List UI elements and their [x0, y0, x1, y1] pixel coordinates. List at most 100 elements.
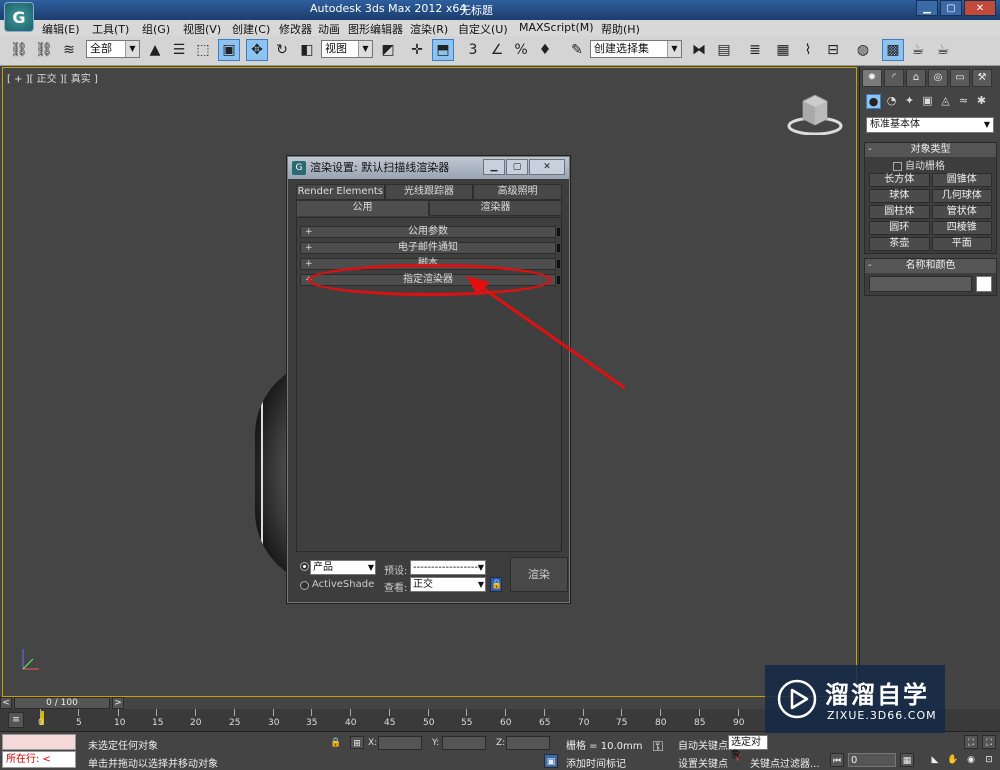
- set-key-label[interactable]: 设置关键点: [678, 755, 728, 770]
- object-category-select[interactable]: 标准基本体 ▼: [866, 117, 994, 133]
- menu-maxscript[interactable]: MAXScript(M): [519, 21, 594, 34]
- window-crossing-icon[interactable]: ▣: [218, 39, 240, 61]
- menu-create[interactable]: 创建(C): [232, 21, 270, 37]
- menu-customize[interactable]: 自定义(U): [458, 21, 508, 37]
- maxscript-listener-pink[interactable]: [2, 734, 76, 750]
- mini-curve-editor-icon[interactable]: ≡: [8, 712, 24, 728]
- tab-advanced-lighting[interactable]: 高级照明: [473, 184, 563, 200]
- lights-icon[interactable]: ✦: [902, 94, 917, 109]
- key-selection-select[interactable]: 选定对象: [728, 735, 768, 761]
- minimize-button[interactable]: ▁: [916, 0, 938, 16]
- menu-help[interactable]: 帮助(H): [601, 21, 640, 37]
- maximize-viewport-icon[interactable]: ⊡: [982, 753, 996, 767]
- go-to-start-icon[interactable]: ⏮: [830, 753, 844, 767]
- angle-snap-icon[interactable]: ∠: [486, 39, 508, 61]
- material-editor-icon[interactable]: ◍: [852, 39, 874, 61]
- keyboard-shortcut-override-icon[interactable]: ⬒: [432, 39, 454, 61]
- helpers-icon[interactable]: ◬: [938, 94, 953, 109]
- snaps-toggle-icon[interactable]: 3: [462, 39, 484, 61]
- pyramid-button[interactable]: 四棱锥: [931, 221, 992, 235]
- activeshade-radio[interactable]: [300, 581, 309, 590]
- select-rotate-icon[interactable]: ↻: [271, 39, 293, 61]
- time-slider[interactable]: 0 / 100: [14, 697, 110, 709]
- view-select[interactable]: 正交 ▼: [410, 577, 486, 592]
- production-radio[interactable]: [300, 562, 309, 571]
- box-button[interactable]: 长方体: [869, 173, 930, 187]
- key-filters-button[interactable]: 关键点过滤器...: [750, 755, 820, 770]
- menu-animation[interactable]: 动画: [318, 21, 340, 37]
- geosphere-button[interactable]: 几何球体: [931, 189, 992, 203]
- geometry-icon[interactable]: ●: [866, 94, 881, 109]
- zoom-extents-icon[interactable]: ⛶: [964, 735, 978, 749]
- maximize-button[interactable]: ▢: [940, 0, 962, 16]
- percent-snap-icon[interactable]: %: [510, 39, 532, 61]
- viewport-label[interactable]: [ + ][ 正交 ][ 真实 ]: [7, 70, 98, 85]
- cone-button[interactable]: 圆锥体: [931, 173, 992, 187]
- display-tab-icon[interactable]: ▭: [950, 69, 970, 87]
- create-tab-icon[interactable]: ✸: [862, 69, 882, 87]
- tab-renderer[interactable]: 渲染器: [429, 200, 562, 216]
- selection-lock-icon[interactable]: 🔒: [330, 736, 342, 749]
- maxscript-listener-white[interactable]: 所在行: <: [2, 751, 76, 768]
- plane-button[interactable]: 平面: [931, 237, 992, 251]
- time-tag-icon[interactable]: ▣: [544, 754, 558, 768]
- menu-views[interactable]: 视图(V): [183, 21, 221, 37]
- rollout-email-notifications[interactable]: + 电子邮件通知: [300, 242, 560, 254]
- menu-edit[interactable]: 编辑(E): [42, 21, 80, 37]
- autogrid-checkbox[interactable]: 自动栅格: [865, 157, 996, 172]
- cylinder-button[interactable]: 圆柱体: [869, 205, 930, 219]
- y-coordinate-field[interactable]: [442, 736, 486, 750]
- pivot-center-icon[interactable]: ◩: [377, 39, 399, 61]
- select-move-icon[interactable]: ✥: [246, 39, 268, 61]
- align-icon[interactable]: ▤: [713, 39, 735, 61]
- object-color-swatch[interactable]: [976, 276, 992, 292]
- tab-render-elements[interactable]: Render Elements: [296, 184, 385, 200]
- menu-rendering[interactable]: 渲染(R): [410, 21, 448, 37]
- edit-named-selection-icon[interactable]: ✎: [566, 39, 588, 61]
- absolute-mode-icon[interactable]: ⊞: [350, 736, 364, 749]
- spinner-snap-icon[interactable]: ♦: [534, 39, 556, 61]
- object-name-input[interactable]: [869, 276, 972, 292]
- tab-raytracer[interactable]: 光线跟踪器: [384, 184, 474, 200]
- sphere-button[interactable]: 球体: [869, 189, 930, 203]
- rendered-frame-window-icon[interactable]: ☕: [907, 39, 929, 61]
- select-object-icon[interactable]: ▲: [144, 39, 166, 61]
- viewcube-icon[interactable]: [787, 93, 843, 135]
- teapot-button[interactable]: 茶壶: [869, 237, 930, 251]
- app-logo-icon[interactable]: G: [4, 2, 34, 32]
- selection-filter-select[interactable]: 全部 ▼: [86, 40, 140, 58]
- dialog-maximize-button[interactable]: ▢: [506, 159, 528, 175]
- name-color-header[interactable]: - 名称和颜色: [865, 259, 996, 273]
- menu-group[interactable]: 组(G): [142, 21, 170, 37]
- add-time-tag[interactable]: 添加时间标记: [566, 755, 626, 770]
- dialog-close-button[interactable]: ✕: [529, 159, 565, 175]
- pan-icon[interactable]: ✋: [946, 753, 960, 767]
- zoom-extents-all-icon[interactable]: ⛶: [982, 735, 996, 749]
- preset-select[interactable]: -------------------- ▼: [410, 560, 486, 586]
- lock-view-icon[interactable]: 🔒: [490, 577, 502, 592]
- timeline-ruler[interactable]: 0 5 10 15 20 25 30 35 40 45 50 55 60 65 …: [38, 709, 798, 731]
- dialog-minimize-button[interactable]: ▁: [483, 159, 505, 175]
- prev-frame-icon[interactable]: <: [0, 697, 12, 709]
- time-config-icon[interactable]: ▦: [900, 753, 914, 767]
- menu-modifiers[interactable]: 修改器: [279, 21, 312, 37]
- named-selection-sets-select[interactable]: 创建选择集 ▼: [590, 40, 682, 58]
- render-setup-icon[interactable]: ▩: [882, 39, 904, 61]
- x-coordinate-field[interactable]: [378, 736, 422, 750]
- layer-manager-icon[interactable]: ≣: [744, 39, 766, 61]
- menu-tools[interactable]: 工具(T): [92, 21, 129, 37]
- next-frame-icon[interactable]: >: [112, 697, 124, 709]
- rollout-common-parameters[interactable]: + 公用参数: [300, 226, 560, 238]
- current-frame-field[interactable]: 0: [848, 753, 896, 767]
- orbit-icon[interactable]: ◉: [964, 753, 978, 767]
- select-by-name-icon[interactable]: ☰: [168, 39, 190, 61]
- torus-button[interactable]: 圆环: [869, 221, 930, 235]
- set-key-mode-icon[interactable]: ⚿: [646, 740, 670, 760]
- z-coordinate-field[interactable]: [506, 736, 550, 750]
- render-button[interactable]: 渲染: [510, 557, 568, 592]
- hierarchy-tab-icon[interactable]: ⌂: [906, 69, 926, 87]
- space-warps-icon[interactable]: ≈: [956, 94, 971, 109]
- tube-button[interactable]: 管状体: [931, 205, 992, 219]
- render-production-icon[interactable]: ☕: [932, 39, 954, 61]
- graphite-tools-icon[interactable]: ▦: [772, 39, 794, 61]
